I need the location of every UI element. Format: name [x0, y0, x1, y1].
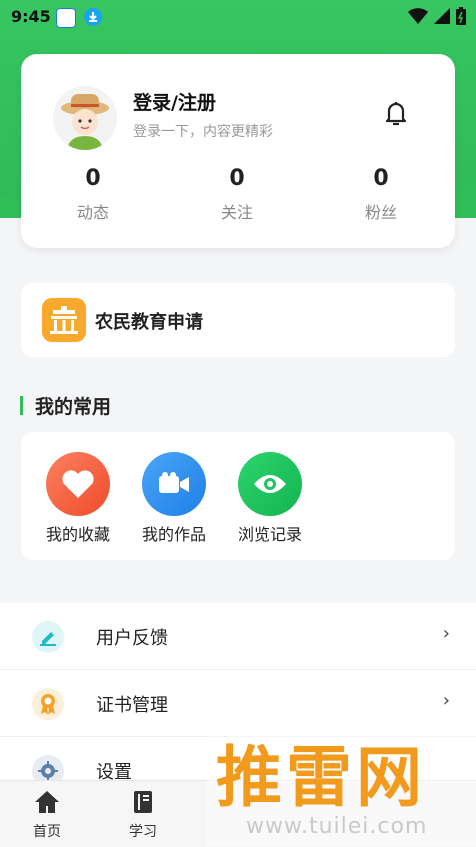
chevron-right-icon: › — [442, 623, 450, 644]
stat-label: 动态 — [76, 203, 109, 222]
stat-posts[interactable]: 0 动态 — [21, 166, 165, 223]
profile-stats: 0 动态 0 关注 0 粉丝 — [21, 166, 455, 223]
heart-icon — [46, 452, 110, 516]
signal-icon — [434, 8, 450, 24]
notification-app-icon — [56, 8, 76, 28]
my-works-label: 我的作品 — [141, 525, 206, 544]
education-application-card[interactable]: 农民教育申请 — [21, 283, 455, 357]
book-icon — [134, 791, 152, 813]
video-camera-icon — [142, 452, 206, 516]
section-title-common: 我的常用 — [20, 392, 111, 419]
watermark: 推雷网 www.tuilei.com — [206, 726, 476, 846]
stat-value: 0 — [373, 166, 389, 191]
tab-label: 学习 — [129, 824, 157, 840]
download-icon — [84, 8, 102, 26]
home-icon — [35, 791, 59, 813]
stat-following[interactable]: 0 关注 — [165, 166, 309, 223]
certificate-icon — [32, 688, 64, 720]
menu-item-label: 证书管理 — [96, 695, 168, 716]
pencil-icon — [32, 621, 64, 653]
tab-label: 首页 — [33, 824, 61, 840]
history-button[interactable]: 浏览记录 — [225, 452, 315, 545]
eye-icon — [238, 452, 302, 516]
tab-home[interactable]: 首页 — [17, 789, 77, 841]
battery-icon — [456, 7, 466, 25]
stat-followers[interactable]: 0 粉丝 — [309, 166, 453, 223]
chevron-right-icon: › — [442, 690, 450, 711]
bell-icon[interactable] — [381, 98, 411, 128]
stat-value: 0 — [229, 166, 245, 191]
my-works-button[interactable]: 我的作品 — [129, 452, 219, 545]
profile-card: 登录/注册 登录一下，内容更精彩 0 动态 0 关注 0 粉丝 — [21, 54, 455, 248]
watermark-title: 推雷网 — [216, 739, 426, 816]
favorites-button[interactable]: 我的收藏 — [33, 452, 123, 545]
stat-label: 关注 — [220, 203, 253, 222]
login-subtitle: 登录一下，内容更精彩 — [133, 124, 273, 140]
wifi-icon — [408, 8, 428, 24]
history-label: 浏览记录 — [237, 525, 302, 544]
login-register-link[interactable]: 登录/注册 — [133, 88, 216, 115]
favorites-label: 我的收藏 — [45, 525, 110, 544]
menu-item-label: 用户反馈 — [96, 628, 168, 649]
school-building-icon — [42, 298, 86, 342]
menu-item-feedback[interactable]: 用户反馈 › — [0, 603, 476, 670]
status-bar: 9:45 — [0, 0, 476, 34]
avatar[interactable] — [53, 86, 117, 150]
stat-label: 粉丝 — [364, 203, 397, 222]
common-functions-card: 我的收藏 我的作品 浏览记录 — [21, 432, 455, 560]
watermark-url: www.tuilei.com — [246, 814, 428, 839]
stat-value: 0 — [85, 166, 101, 191]
tab-study[interactable]: 学习 — [113, 789, 173, 841]
status-time: 9:45 — [11, 7, 51, 26]
education-application-label: 农民教育申请 — [95, 312, 203, 333]
